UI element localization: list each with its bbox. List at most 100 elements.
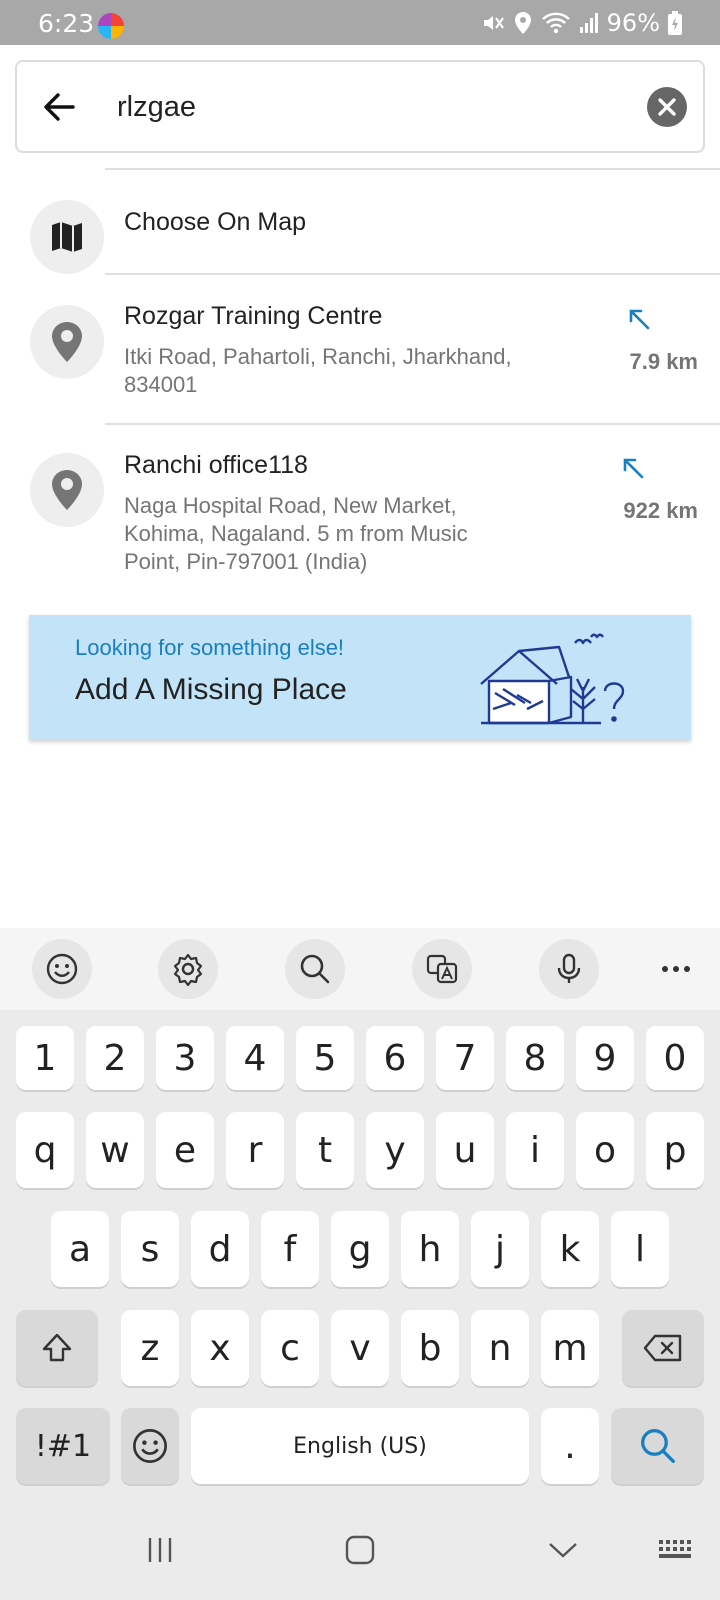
more-toolbar-button[interactable] [646,939,706,999]
key-i[interactable]: i [506,1112,564,1188]
key-h[interactable]: h [401,1211,459,1287]
key-9[interactable]: 9 [576,1026,634,1090]
address-line: Kohima, Nagaland. 5 m from Music [124,521,468,546]
search-action-key[interactable] [611,1408,704,1484]
keyboard-switch-button[interactable] [655,1530,699,1570]
key-r[interactable]: r [226,1112,284,1188]
result-distance: 7.9 km [629,349,699,374]
direction-arrow-icon [623,458,644,479]
hide-keyboard-button[interactable] [543,1530,583,1570]
house-tree-illustration-icon [480,633,625,725]
key-c[interactable]: c [261,1310,319,1386]
divider [105,423,720,425]
map-icon [52,222,82,252]
battery-percent: 96% [606,9,660,37]
key-u[interactable]: u [436,1112,494,1188]
backspace-icon [643,1334,682,1362]
shift-key[interactable] [16,1310,98,1386]
recent-apps-icon [148,1538,172,1562]
key-0[interactable]: 0 [646,1026,704,1090]
key-x[interactable]: x [191,1310,249,1386]
key-f[interactable]: f [261,1211,319,1287]
key-n[interactable]: n [471,1310,529,1386]
key-8[interactable]: 8 [506,1026,564,1090]
search-toolbar-button[interactable] [285,939,345,999]
banner-title: Add A Missing Place [75,673,347,706]
result-distance: 922 km [623,498,698,523]
key-v[interactable]: v [331,1310,389,1386]
key-b[interactable]: b [401,1310,459,1386]
result-title: Choose On Map [124,208,307,236]
search-input[interactable] [117,82,617,132]
key-d[interactable]: d [191,1211,249,1287]
key-p[interactable]: p [646,1112,704,1188]
key-7[interactable]: 7 [436,1026,494,1090]
status-time: 6:23 [38,9,95,38]
location-icon [514,12,531,34]
key-k[interactable]: k [541,1211,599,1287]
translate-icon [426,954,458,984]
key-z[interactable]: z [121,1310,179,1386]
key-y[interactable]: y [366,1112,424,1188]
space-key[interactable]: English (US) [191,1408,529,1484]
close-icon [658,98,676,116]
smiley-icon [133,1429,167,1463]
pin-icon-circle [30,453,104,527]
address-line: 834001 [124,372,198,397]
chevron-down-icon [549,1543,577,1558]
voice-toolbar-button[interactable] [539,939,599,999]
key-4[interactable]: 4 [226,1026,284,1090]
direction-arrow-icon [629,309,650,330]
emoji-toolbar-button[interactable] [32,939,92,999]
key-l[interactable]: l [611,1211,669,1287]
address-line: Naga Hospital Road, New Market, [124,493,457,518]
system-nav-bar [0,1500,720,1600]
banner-subtitle: Looking for something else! [75,635,345,660]
result-address: Naga Hospital Road, New Market, Kohima, … [124,492,594,576]
recent-apps-button[interactable] [140,1530,180,1570]
backspace-key[interactable] [622,1310,704,1386]
status-icons: 96% [481,9,682,37]
key-2[interactable]: 2 [86,1026,144,1090]
result-title: Ranchi office118 [124,451,308,479]
divider [105,273,720,275]
search-box [15,60,705,153]
pin-icon-circle [30,305,104,379]
result-title: Rozgar Training Centre [124,302,383,330]
clear-search-button[interactable] [647,87,687,127]
key-o[interactable]: o [576,1112,634,1188]
period-key[interactable]: . [541,1408,599,1484]
key-q[interactable]: q [16,1112,74,1188]
key-6[interactable]: 6 [366,1026,424,1090]
add-missing-place-banner[interactable]: Looking for something else! Add A Missin… [29,615,691,740]
keyboard-icon [659,1540,691,1558]
key-5[interactable]: 5 [296,1026,354,1090]
emoji-key[interactable] [121,1408,179,1484]
wifi-icon [541,12,570,34]
more-dots-icon [662,966,690,972]
address-line: Itki Road, Pahartoli, Ranchi, Jharkhand, [124,344,512,369]
shift-arrow-icon [42,1333,72,1362]
microphone-icon [557,953,581,983]
key-3[interactable]: 3 [156,1026,214,1090]
key-t[interactable]: t [296,1112,354,1188]
symbols-key[interactable]: !#1 [16,1408,110,1484]
back-button[interactable] [39,86,81,128]
key-e[interactable]: e [156,1112,214,1188]
key-a[interactable]: a [51,1211,109,1287]
key-g[interactable]: g [331,1211,389,1287]
key-j[interactable]: j [471,1211,529,1287]
key-m[interactable]: m [541,1310,599,1386]
key-w[interactable]: w [86,1112,144,1188]
location-pin-icon [52,322,82,362]
key-s[interactable]: s [121,1211,179,1287]
home-button[interactable] [340,1530,380,1570]
translate-toolbar-button[interactable] [412,939,472,999]
status-bar: 6:23 96% [0,0,720,45]
key-1[interactable]: 1 [16,1026,74,1090]
app-notification-icon [98,13,124,39]
battery-charging-icon [668,11,682,35]
divider [105,168,720,170]
settings-toolbar-button[interactable] [158,939,218,999]
address-line: Point, Pin-797001 (India) [124,549,368,574]
